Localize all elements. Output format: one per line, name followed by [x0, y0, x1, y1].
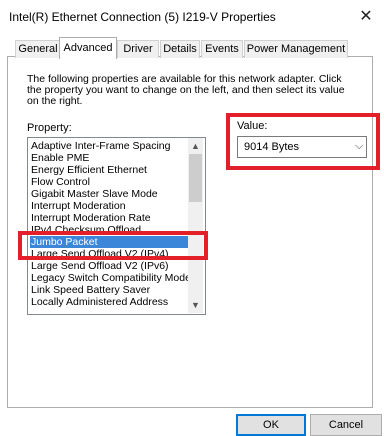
tab-general[interactable]: General — [15, 40, 61, 58]
list-item[interactable]: Flow Control — [30, 176, 189, 188]
list-item[interactable]: Enable PME — [30, 152, 189, 164]
close-icon[interactable]: ✕ — [355, 6, 377, 28]
scroll-down-icon[interactable]: ▼ — [188, 300, 203, 310]
highlight-box-jumbo — [18, 231, 208, 260]
list-item[interactable]: Adaptive Inter-Frame Spacing — [30, 140, 189, 152]
property-label: Property: — [27, 122, 72, 134]
list-item[interactable]: Gigabit Master Slave Mode — [30, 188, 189, 200]
tab-events[interactable]: Events — [201, 40, 243, 58]
description-line: on the right. — [27, 95, 83, 107]
scrollbar-thumb[interactable] — [189, 154, 202, 202]
list-item[interactable]: Energy Efficient Ethernet — [30, 164, 189, 176]
list-item[interactable]: Link Speed Battery Saver — [30, 284, 189, 296]
list-item[interactable]: Interrupt Moderation — [30, 200, 189, 212]
tab-details[interactable]: Details — [160, 40, 200, 58]
list-item[interactable]: Large Send Offload V2 (IPv6) — [30, 260, 189, 272]
window-title: Intel(R) Ethernet Connection (5) I219-V … — [9, 10, 276, 24]
tab-driver[interactable]: Driver — [117, 40, 159, 58]
tab-advanced[interactable]: Advanced — [59, 37, 117, 59]
list-item[interactable]: Interrupt Moderation Rate — [30, 212, 189, 224]
tab-power-management[interactable]: Power Management — [244, 40, 348, 58]
list-item[interactable]: Locally Administered Address — [30, 296, 189, 308]
description-text: The following properties are available f… — [27, 74, 347, 107]
cancel-button[interactable]: Cancel — [310, 414, 382, 436]
ok-button[interactable]: OK — [236, 414, 306, 436]
highlight-box-value — [226, 113, 380, 170]
list-item[interactable]: Legacy Switch Compatibility Mode — [30, 272, 191, 284]
scroll-up-icon[interactable]: ▲ — [188, 141, 203, 151]
property-listbox[interactable]: Adaptive Inter-Frame Spacing Enable PME … — [27, 137, 206, 315]
